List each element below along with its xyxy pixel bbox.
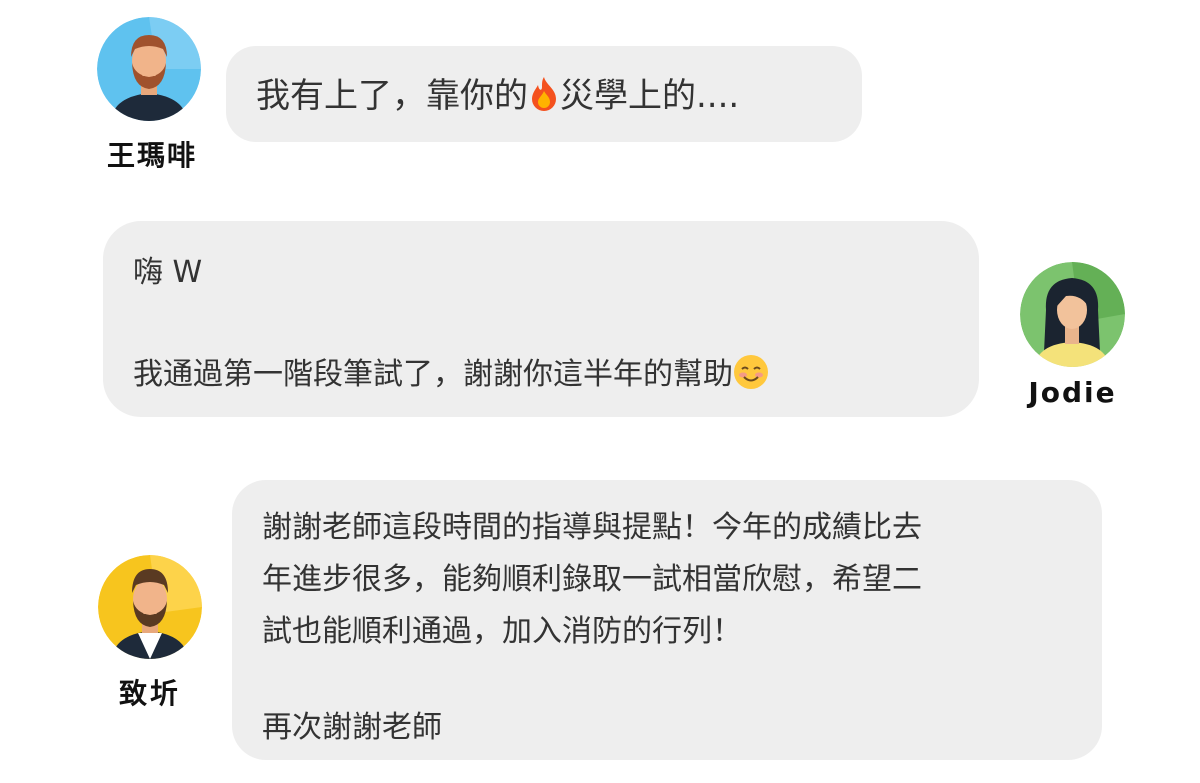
message-line: 年進步很多，能夠順利錄取一試相當欣慰，希望二 [262,562,922,597]
bearded-man-avatar-icon [97,17,201,121]
message-line: 謝謝老師這段時間的指導與提點！今年的成績比去 [262,510,922,545]
message-text: 我通過第一階段筆試了，謝謝你這半年的幫助 [133,349,769,398]
sender-name: 致圻 [118,677,181,710]
bearded-man-avatar-icon [98,555,202,659]
smiling-face-emoji-icon [733,354,769,398]
message-bubble: 謝謝老師這段時間的指導與提點！今年的成績比去 年進步很多，能夠順利錄取一試相當欣… [232,480,1102,760]
message-text-part: 災學上的.... [560,76,740,116]
woman-avatar-icon [1020,262,1125,367]
sender-avatar [98,555,202,659]
message-line: 試也能順利通過，加入消防的行列！ [262,614,742,649]
message-greeting: 嗨 W [133,255,203,290]
sender-name: 王瑪啡 [106,139,197,172]
message-text-part: 我通過第一階段筆試了，謝謝你這半年的幫助 [133,357,733,392]
message-text: 我有上了，靠你的 災學上的.... [256,68,832,120]
message-text-part: 我有上了，靠你的 [256,76,528,116]
message-bubble: 嗨 W 我通過第一階段筆試了，謝謝你這半年的幫助 [103,221,979,417]
sender-name: Jodie [1028,376,1117,409]
sender-avatar [1020,262,1125,367]
message-bubble: 我有上了，靠你的 災學上的.... [226,46,862,142]
fire-emoji-icon [528,75,560,120]
sender-avatar [97,17,201,121]
message-closing: 再次謝謝老師 [262,710,442,745]
